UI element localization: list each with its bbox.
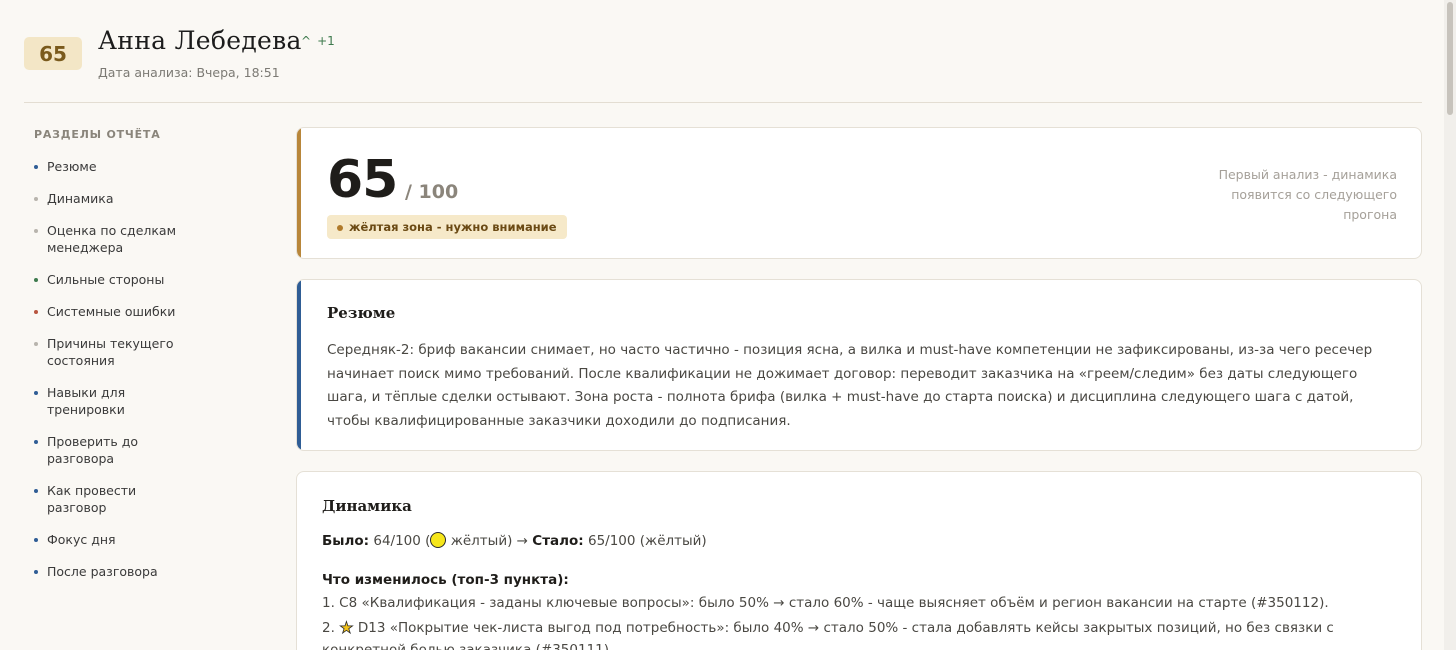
zone-dot-icon [337, 225, 343, 231]
changes-title: Что изменилось (топ-3 пункта): [322, 569, 569, 593]
employee-name: Анна Лебедева [98, 26, 302, 55]
was-zone: жёлтый) → [446, 533, 528, 549]
sidebar-item-label: Проверить до разговора [47, 434, 139, 466]
sidebar-title: РАЗДЕЛЫ ОТЧЁТА [34, 128, 161, 141]
max-score: / 100 [405, 181, 459, 203]
zone-badge: жёлтая зона - нужно внимание [327, 215, 567, 239]
bullet-dot-icon [34, 391, 38, 395]
change-item-2-number: 2. [322, 620, 335, 636]
report-sections-nav: РАЗДЕЛЫ ОТЧЁТА Резюме Динамика Оценка по с… [34, 128, 224, 595]
was-value: 64/100 ( [373, 533, 431, 549]
bullet-dot-icon [34, 197, 38, 201]
zone-label: жёлтая зона - нужно внимание [349, 220, 557, 234]
bullet-dot-icon [34, 440, 38, 444]
analysis-date: Дата анализа: Вчера, 18:51 [98, 65, 280, 80]
dynamics-card: Динамика Было: 64/100 ( жёлтый) → Стало:… [296, 471, 1422, 650]
star-icon: ★ [339, 618, 354, 638]
report-header: 65 Анна Лебедева ^ +1 Дата анализа: Вчер… [24, 24, 1422, 103]
dynamics-note: Первый анализ - динамика появится со сле… [1218, 167, 1397, 222]
sidebar-item[interactable]: Оценка по сделкам менеджера [34, 222, 184, 256]
sidebar-item-label: После разговора [47, 564, 158, 579]
bullet-dot-icon [34, 342, 38, 346]
sidebar-item-label: Фокус дня [47, 532, 116, 547]
sidebar-item-label: Как провести разговор [47, 483, 137, 515]
sidebar-item-label: Резюме [47, 159, 97, 174]
bullet-dot-icon [34, 538, 38, 542]
sidebar-item[interactable]: Как провести разговор [34, 482, 184, 516]
sidebar-item[interactable]: Причины текущего состояния [34, 335, 184, 369]
sidebar-item[interactable]: Навыки для тренировки [34, 384, 184, 418]
change-item-1: 1. C8 «Квалификация - заданы ключевые во… [322, 595, 1329, 611]
page-scrollbar[interactable] [1444, 0, 1456, 650]
bullet-dot-icon [34, 278, 38, 282]
sidebar-item-label: Навыки для тренировки [47, 385, 126, 417]
sidebar-item[interactable]: Сильные стороны [34, 271, 184, 288]
bullet-dot-icon [34, 165, 38, 169]
now-value: 65/100 (жёлтый) [587, 533, 707, 549]
score-badge: 65 [24, 37, 82, 70]
sidebar-item[interactable]: Фокус дня [34, 531, 184, 548]
score-delta-value: +1 [317, 34, 335, 48]
sidebar-item-label: Причины текущего состояния [47, 336, 174, 368]
dynamics-title: Динамика [322, 497, 412, 515]
bullet-dot-icon [34, 570, 38, 574]
score-comparison: Было: 64/100 ( жёлтый) → Стало: 65/100 (… [322, 530, 707, 554]
sidebar-item[interactable]: Динамика [34, 190, 184, 207]
was-label: Было: [322, 533, 370, 549]
sidebar-item[interactable]: Системные ошибки [34, 303, 184, 320]
sidebar-item[interactable]: После разговора [34, 563, 184, 580]
summary-text: Середняк-2: бриф вакансии снимает, но ча… [327, 342, 1373, 429]
score-card-accent [297, 128, 301, 258]
change-item-2: 2. ★ D13 «Покрытие чек-листа выгод под п… [322, 616, 1334, 641]
sidebar-item-label: Системные ошибки [47, 304, 176, 319]
yellow-circle-icon [430, 532, 447, 548]
sidebar-item-label: Оценка по сделкам менеджера [47, 223, 177, 255]
sidebar-item[interactable]: Проверить до разговора [34, 433, 184, 467]
sidebar-item-label: Динамика [47, 191, 114, 206]
bullet-dot-icon [34, 310, 38, 314]
trend-up-icon: ^ [301, 34, 312, 48]
score-delta: ^ +1 [301, 34, 335, 48]
change-item-2-text: D13 «Покрытие чек-листа выгод под потреб… [357, 620, 1334, 636]
changes-title-text: Что изменилось (топ-3 пункта): [322, 572, 569, 588]
summary-card: Резюме Середняк-2: бриф вакансии снимает… [296, 279, 1422, 451]
bullet-dot-icon [34, 229, 38, 233]
now-label: Стало: [532, 533, 584, 549]
score-card: 65 / 100 жёлтая зона - нужно внимание Пе… [296, 127, 1422, 259]
change-item-2-continued: конкретной болью заказчика (#350111). [322, 642, 614, 650]
sidebar-item-label: Сильные стороны [47, 272, 165, 287]
scrollbar-thumb[interactable] [1447, 2, 1453, 115]
summary-card-accent [297, 280, 301, 450]
bullet-dot-icon [34, 489, 38, 493]
summary-title: Резюме [327, 304, 396, 322]
sidebar-item[interactable]: Резюме [34, 158, 184, 175]
big-score: 65 [327, 150, 398, 210]
